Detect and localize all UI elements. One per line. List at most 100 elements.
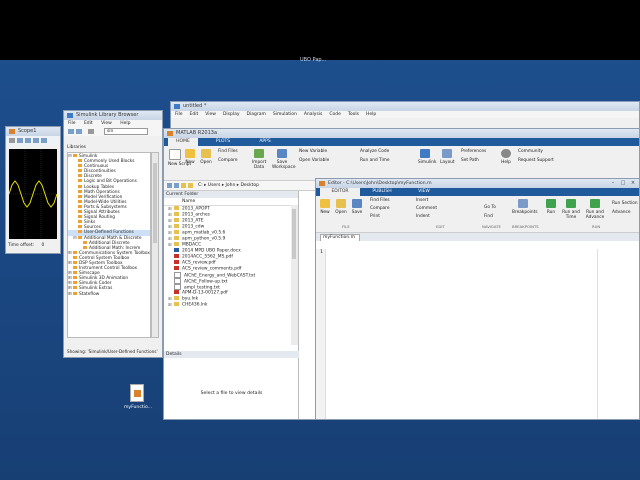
layout-icon: [442, 149, 452, 158]
advance-button[interactable]: Advance: [612, 210, 631, 215]
file-list-item[interactable]: ⊞ CHE436.lnk: [168, 302, 298, 308]
editor-print-button[interactable]: Print: [370, 214, 380, 219]
untitled-menu-item[interactable]: Code: [329, 112, 341, 117]
browse-folder-icon[interactable]: [188, 183, 193, 188]
zoom-x-icon[interactable]: [33, 138, 39, 143]
editor-window[interactable]: Editor - C:\Users\John\Desktop\myFunctio…: [315, 178, 640, 420]
open-button[interactable]: Open: [200, 149, 212, 165]
find-files-button[interactable]: Find Files: [218, 149, 238, 154]
maximize-button[interactable]: □: [619, 180, 627, 186]
back-arrow-icon[interactable]: [167, 183, 172, 188]
editor-save-button[interactable]: Save: [351, 199, 363, 215]
untitled-menu-item[interactable]: Edit: [190, 112, 199, 117]
analyze-code-button[interactable]: Analyze Code: [360, 149, 389, 154]
breakpoints-button[interactable]: Breakpoints: [512, 199, 538, 215]
tab-plots[interactable]: PLOTS: [208, 138, 238, 146]
tab-publish[interactable]: PUBLISH: [364, 188, 400, 196]
minimize-button[interactable]: –: [609, 180, 617, 186]
editor-titlebar[interactable]: Editor - C:\Users\John\Desktop\myFunctio…: [316, 179, 639, 188]
back-icon[interactable]: [68, 129, 74, 134]
path-segment-drive[interactable]: C:: [198, 183, 203, 188]
untitled-titlebar[interactable]: untitled *: [171, 102, 639, 111]
print-icon[interactable]: [9, 138, 15, 143]
new-model-icon[interactable]: [88, 129, 94, 134]
go-to-button[interactable]: Go To: [484, 205, 496, 210]
close-button[interactable]: ×: [629, 180, 637, 186]
settings-icon[interactable]: [17, 138, 23, 143]
scope-window[interactable]: Scope1 Time offset: 0: [5, 126, 61, 254]
menu-edit[interactable]: Edit: [84, 121, 93, 126]
library-titlebar[interactable]: Simulink Library Browser: [64, 111, 162, 120]
help-button[interactable]: Help: [500, 149, 512, 165]
library-search-input[interactable]: sin: [104, 128, 148, 135]
open-variable-button[interactable]: Open Variable: [299, 158, 329, 163]
library-browser-window[interactable]: Simulink Library Browser File Edit View …: [63, 110, 163, 358]
path-segment-users[interactable]: Users: [208, 183, 221, 188]
tab-apps[interactable]: APPS: [250, 138, 280, 146]
run-and-advance-button[interactable]: Run and Advance: [584, 199, 606, 220]
file-list[interactable]: ⊞ 2013_APOPT ⊞ 2013_arches ⊞ 2013_ATE ⊞ 2013_cd…: [164, 206, 298, 346]
path-segment-john[interactable]: John: [226, 183, 236, 188]
library-tree-item[interactable]: ⊞ Stateflow: [68, 291, 150, 297]
untitled-title: untitled *: [183, 103, 207, 109]
editor-compare-button[interactable]: Compare: [370, 206, 390, 211]
menu-view[interactable]: View: [101, 121, 112, 126]
comment-button[interactable]: Comment: [416, 206, 437, 211]
editor-title: Editor - C:\Users\John\Desktop\myFunctio…: [328, 181, 432, 186]
matlab-titlebar[interactable]: MATLAB R2013a: [164, 129, 639, 138]
menu-help[interactable]: Help: [120, 121, 130, 126]
tab-home[interactable]: HOME: [168, 138, 198, 146]
find-button[interactable]: Find: [484, 214, 493, 219]
library-tree-scrollbar[interactable]: [151, 152, 159, 338]
community-button[interactable]: Community: [518, 149, 543, 154]
untitled-menu-item[interactable]: File: [175, 112, 183, 117]
run-button[interactable]: Run: [544, 199, 558, 215]
untitled-menu-item[interactable]: Analysis: [304, 112, 323, 117]
new-variable-button[interactable]: New Variable: [299, 149, 327, 154]
details-hint: Select a file to view details: [200, 391, 263, 396]
doc-tab-myfunction[interactable]: myFunction.m: [320, 234, 360, 241]
preferences-button[interactable]: Preferences: [461, 149, 486, 154]
editor-new-button[interactable]: New: [319, 199, 331, 215]
untitled-menu-item[interactable]: Help: [366, 112, 376, 117]
file-list-scrollbar[interactable]: [291, 205, 298, 345]
untitled-menu-item[interactable]: Display: [223, 112, 240, 117]
menu-file[interactable]: File: [68, 121, 76, 126]
forward-icon[interactable]: [76, 129, 82, 134]
new-button[interactable]: New: [184, 149, 196, 165]
compare-button[interactable]: Compare: [218, 158, 238, 163]
simulink-button[interactable]: Simulink: [418, 149, 436, 165]
run-section-button[interactable]: Run Section: [612, 201, 638, 206]
code-editor-area[interactable]: [327, 249, 597, 419]
import-data-button[interactable]: Import Data: [252, 149, 266, 170]
name-column-header[interactable]: Name: [164, 198, 298, 206]
untitled-menu-item[interactable]: Diagram: [247, 112, 266, 117]
set-path-button[interactable]: Set Path: [461, 158, 479, 163]
save-workspace-button[interactable]: Save Workspace: [272, 149, 296, 170]
path-breadcrumb[interactable]: C: ▸ Users ▸ John ▸ Desktop: [198, 182, 298, 189]
editor-open-button[interactable]: Open: [335, 199, 347, 215]
up-folder-icon[interactable]: [181, 183, 186, 188]
request-support-button[interactable]: Request Support: [518, 158, 554, 163]
untitled-menu-item[interactable]: Simulation: [273, 112, 297, 117]
forward-arrow-icon[interactable]: [174, 183, 179, 188]
library-tree[interactable]: ⊟ Simulink Commonly Used Blocks Continuous D…: [67, 152, 151, 338]
library-title: Simulink Library Browser: [76, 112, 139, 118]
file-name: APM-D-13-00127.pdf: [182, 290, 228, 296]
path-segment-desktop[interactable]: Desktop: [240, 183, 259, 188]
untitled-menu-item[interactable]: Tools: [348, 112, 359, 117]
tab-view[interactable]: VIEW: [406, 188, 442, 196]
run-and-time-editor-button[interactable]: Run and Time: [562, 199, 580, 220]
zoom-icon[interactable]: [25, 138, 31, 143]
indent-button[interactable]: Indent: [416, 214, 430, 219]
editor-find-files-button[interactable]: Find Files: [370, 198, 390, 203]
tab-editor[interactable]: EDITOR: [320, 188, 360, 196]
untitled-menu-item[interactable]: View: [205, 112, 216, 117]
autoscale-icon[interactable]: [41, 138, 47, 143]
insert-button[interactable]: Insert: [416, 198, 428, 203]
run-and-time-button[interactable]: Run and Time: [360, 158, 390, 163]
layout-button[interactable]: Layout: [440, 149, 455, 165]
scope-titlebar[interactable]: Scope1: [6, 127, 60, 136]
new-script-button[interactable]: New Script: [168, 149, 191, 167]
desktop-file-icon-myfunction[interactable]: myFunctio...: [118, 384, 158, 414]
